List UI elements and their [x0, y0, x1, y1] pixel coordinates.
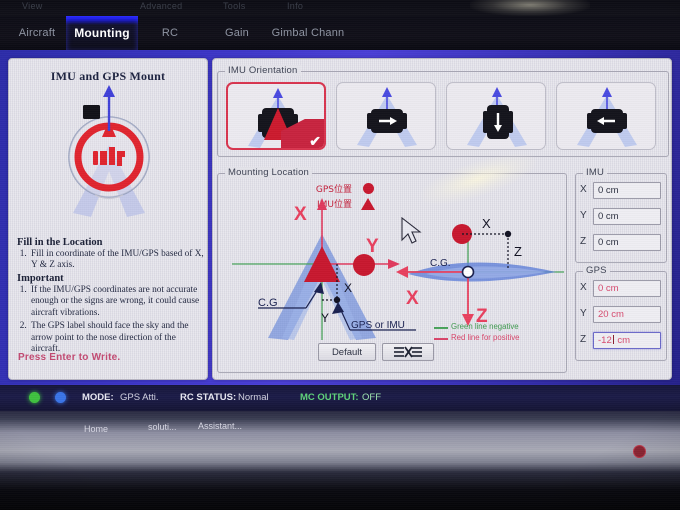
- gps-z-input[interactable]: -12 cm: [593, 332, 661, 349]
- imu-orientation-group: IMU Orientation ✔: [217, 65, 669, 157]
- section-tabbar: Aircraft Mounting RC Gain Gimbal Chann: [0, 16, 680, 50]
- gps-z-label: Z: [580, 334, 587, 345]
- desktop-link-assistant[interactable]: Assistant...: [198, 421, 242, 431]
- imu-row-x: X 0 cm: [580, 182, 662, 200]
- rc-status-value: Normal: [238, 392, 269, 403]
- gps-y-input[interactable]: 20 cm: [593, 306, 661, 323]
- menu-item-info[interactable]: Info: [287, 1, 303, 11]
- gps-z-suffix: cm: [614, 335, 631, 346]
- side-view-diagram: X Z X Z C.G.: [396, 216, 564, 327]
- imu-y-input[interactable]: 0 cm: [593, 208, 661, 225]
- important-list: If the IMU/GPS coordinates are not accur…: [15, 285, 205, 355]
- mode-label: MODE:: [82, 392, 114, 403]
- svg-text:X: X: [482, 216, 491, 231]
- orientation-selected-check: ✔: [281, 119, 324, 149]
- transfer-icon: [394, 346, 422, 358]
- status-bar: MODE: GPS Atti. RC STATUS: Normal MC OUT…: [0, 385, 680, 411]
- mounting-location-label: Mounting Location: [225, 167, 313, 178]
- imu-values-group: IMU X 0 cm Y 0 cm Z 0 cm: [575, 167, 667, 263]
- legend-red-text: Red line for positive: [451, 333, 520, 342]
- text-caret: [612, 335, 614, 344]
- rc-status-label: RC STATUS:: [180, 392, 237, 403]
- important-item-2: The GPS label should face the sky and th…: [29, 321, 205, 355]
- desktop-link-home[interactable]: Home: [84, 424, 108, 434]
- legend-green-swatch: [434, 327, 448, 329]
- tab-mounting[interactable]: Mounting: [66, 16, 138, 50]
- desktop-background: Home soluti... Assistant...: [0, 411, 680, 510]
- menu-item-advanced[interactable]: Advanced: [140, 1, 182, 11]
- imu-row-y: Y 0 cm: [580, 208, 662, 226]
- important-heading: Important: [17, 273, 64, 284]
- menu-item-view[interactable]: View: [22, 1, 43, 11]
- main-content: IMU and GPS Mount Fill in the Location 1…: [0, 50, 680, 385]
- desktop-link-solution[interactable]: soluti...: [148, 422, 177, 432]
- gps-values-label: GPS: [583, 265, 610, 276]
- svg-text:Y: Y: [321, 311, 329, 325]
- svg-text:C.G.: C.G.: [430, 258, 451, 269]
- imu-values-label: IMU: [583, 167, 608, 178]
- imu-y-label: Y: [580, 210, 587, 221]
- help-panel-title: IMU and GPS Mount: [50, 69, 166, 83]
- gps-row-y: Y 20 cm: [580, 306, 662, 324]
- orientation-icon-down: [467, 87, 527, 147]
- svg-text:C.G: C.G: [258, 297, 278, 309]
- tab-gain[interactable]: Gain: [214, 16, 260, 50]
- gps-row-x: X 0 cm: [580, 280, 662, 298]
- mode-value: GPS Atti.: [120, 392, 159, 403]
- important-item-1: If the IMU/GPS coordinates are not accur…: [29, 285, 205, 319]
- gps-row-z: Z -12 cm: [580, 332, 662, 350]
- fill-location-item-1: Fill in coordinate of the IMU/GPS based …: [29, 249, 205, 272]
- gps-y-label: Y: [580, 308, 587, 319]
- status-led-green: [29, 392, 40, 403]
- svg-text:Y: Y: [366, 236, 379, 257]
- imu-orientation-option-right[interactable]: [336, 82, 436, 150]
- svg-text:X: X: [294, 204, 307, 225]
- write-settings-button[interactable]: ≡✕≡: [382, 343, 434, 361]
- gps-z-value: -12: [598, 335, 612, 346]
- imu-z-input[interactable]: 0 cm: [593, 234, 661, 251]
- fill-location-heading: Fill in the Location: [17, 237, 103, 248]
- mc-output-value: OFF: [362, 392, 381, 403]
- notification-badge-icon: [633, 445, 646, 458]
- tab-rc[interactable]: RC: [150, 16, 190, 50]
- imu-x-input[interactable]: 0 cm: [593, 182, 661, 199]
- gps-x-input[interactable]: 0 cm: [593, 280, 661, 297]
- svg-text:Z: Z: [514, 244, 522, 259]
- imu-row-z: Z 0 cm: [580, 234, 662, 252]
- settings-panel: IMU Orientation ✔ Mounting Location GPS位…: [212, 58, 672, 380]
- imu-z-label: Z: [580, 236, 587, 247]
- tab-gimbal-chann[interactable]: Gimbal Chann: [262, 16, 354, 50]
- gps-x-label: X: [580, 282, 587, 293]
- check-icon: ✔: [309, 133, 321, 149]
- legend-red-swatch: [434, 338, 448, 340]
- orientation-icon-left: [577, 87, 637, 147]
- svg-text:X: X: [406, 288, 419, 309]
- imu-orientation-option-forward[interactable]: ✔: [226, 82, 326, 150]
- status-led-blue: [55, 392, 66, 403]
- screen-glare-top: [470, 0, 590, 16]
- fill-location-list: Fill in coordinate of the IMU/GPS based …: [15, 249, 205, 272]
- top-view-diagram: X Y C.G X Y GPS or IMU: [232, 198, 416, 340]
- tab-aircraft[interactable]: Aircraft: [8, 16, 66, 50]
- mc-output-label: MC OUTPUT:: [300, 392, 359, 403]
- imu-orientation-option-down[interactable]: [446, 82, 546, 150]
- legend-green-text: Green line negative: [451, 322, 519, 331]
- help-panel: IMU and GPS Mount Fill in the Location 1…: [8, 58, 208, 380]
- gps-mount-illustration: [68, 85, 150, 217]
- imu-x-label: X: [580, 184, 587, 195]
- orientation-icon-right: [357, 87, 417, 147]
- svg-text:X: X: [344, 281, 352, 295]
- app-menubar: View Advanced Tools Info: [0, 0, 680, 16]
- menu-item-tools[interactable]: Tools: [223, 1, 246, 11]
- screen-photo: View Advanced Tools Info Aircraft Mounti…: [0, 0, 680, 510]
- write-hint: Press Enter to Write.: [18, 352, 121, 363]
- imu-orientation-option-left[interactable]: [556, 82, 656, 150]
- default-button[interactable]: Default: [318, 343, 376, 361]
- gps-values-group: GPS X 0 cm Y 20 cm Z -12 cm: [575, 265, 667, 361]
- imu-orientation-label: IMU Orientation: [225, 65, 301, 76]
